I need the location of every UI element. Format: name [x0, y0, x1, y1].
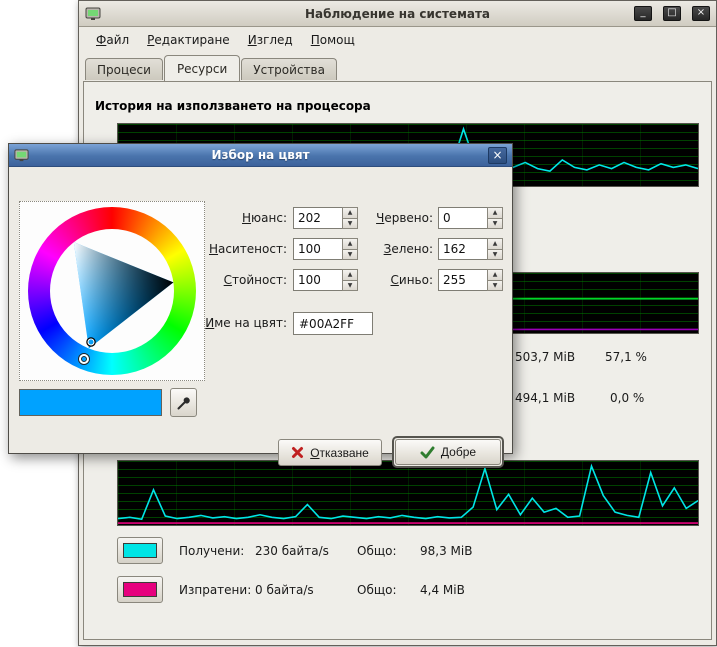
- saturation-spinner[interactable]: ▲▼: [293, 238, 358, 260]
- received-rate: 230 байта/s: [255, 544, 357, 558]
- green-down-icon[interactable]: ▼: [487, 250, 503, 261]
- received-total-label: Общо:: [357, 544, 420, 558]
- dialog-body: Нюанс: ▲▼ Наситеност: ▲▼ Стойност: ▲▼ Че…: [9, 167, 512, 453]
- green-label: Зелено:: [353, 242, 433, 256]
- hue-input[interactable]: [293, 207, 342, 229]
- menubar: Файл Редактиране Изглед Помощ: [79, 27, 716, 53]
- memory-amount: 503,7 MiB: [515, 350, 575, 364]
- close-icon[interactable]: ×: [692, 6, 710, 21]
- hue-ring-selector[interactable]: [79, 354, 89, 364]
- red-label: Червено:: [353, 211, 433, 225]
- received-color-swatch: [123, 543, 157, 558]
- red-spinner[interactable]: ▲▼: [438, 207, 503, 229]
- blue-down-icon[interactable]: ▼: [487, 281, 503, 292]
- saturation-label: Наситеност:: [159, 242, 287, 256]
- sent-label: Изпратени:: [179, 583, 255, 597]
- menu-edit[interactable]: Редактиране: [138, 29, 239, 51]
- dialog-close-icon[interactable]: ×: [488, 147, 507, 164]
- tab-resources[interactable]: Ресурси: [164, 55, 240, 81]
- value-spinner[interactable]: ▲▼: [293, 269, 358, 291]
- sent-rate: 0 байта/s: [255, 583, 357, 597]
- swap-amount: 494,1 MiB: [515, 391, 575, 405]
- blue-spinner[interactable]: ▲▼: [438, 269, 503, 291]
- network-history-chart: [117, 460, 699, 526]
- blue-up-icon[interactable]: ▲: [487, 269, 503, 281]
- color-preview: [19, 389, 162, 416]
- cpu-section-title: История на използването на процесора: [95, 99, 371, 113]
- main-titlebar[interactable]: Наблюдение на системата _ □ ×: [79, 1, 716, 27]
- received-legend-row: Получени: 230 байта/s Общо: 98,3 MiB: [179, 537, 639, 564]
- value-input[interactable]: [293, 269, 342, 291]
- maximize-icon[interactable]: □: [663, 6, 681, 21]
- window-controls: _ □ ×: [634, 6, 710, 21]
- received-label: Получени:: [179, 544, 255, 558]
- hue-label: Нюанс:: [159, 211, 287, 225]
- value-label: Стойност:: [159, 273, 287, 287]
- sent-color-swatch: [123, 582, 157, 597]
- tabstrip: Процеси Ресурси Устройства: [85, 55, 338, 80]
- sent-legend-row: Изпратени: 0 байта/s Общо: 4,4 MiB: [179, 576, 639, 603]
- color-picker-dialog: Избор на цвят ×: [8, 143, 513, 454]
- desktop: Наблюдение на системата _ □ × Файл Редак…: [0, 0, 717, 647]
- blue-input[interactable]: [438, 269, 487, 291]
- saturation-input[interactable]: [293, 238, 342, 260]
- cancel-x-icon: [291, 446, 304, 459]
- sent-total-label: Общо:: [357, 583, 420, 597]
- memory-percent: 57,1 %: [605, 350, 647, 364]
- ok-button-default-frame: Добре: [392, 436, 504, 468]
- network-received-line: [118, 466, 698, 519]
- eyedropper-icon: [176, 395, 192, 411]
- green-up-icon[interactable]: ▲: [487, 238, 503, 250]
- menu-view[interactable]: Изглед: [239, 29, 302, 51]
- tab-devices[interactable]: Устройства: [241, 58, 337, 80]
- color-wheel-frame: [19, 201, 205, 381]
- swap-percent: 0,0 %: [610, 391, 644, 405]
- sent-color-button[interactable]: [117, 576, 163, 603]
- hue-spinner[interactable]: ▲▼: [293, 207, 358, 229]
- ok-check-icon: [420, 446, 435, 459]
- red-up-icon[interactable]: ▲: [487, 207, 503, 219]
- received-color-button[interactable]: [117, 537, 163, 564]
- color-name-input[interactable]: [293, 312, 373, 335]
- red-input[interactable]: [438, 207, 487, 229]
- menu-help[interactable]: Помощ: [302, 29, 364, 51]
- minimize-icon[interactable]: _: [634, 6, 652, 21]
- sent-total: 4,4 MiB: [420, 583, 639, 597]
- red-down-icon[interactable]: ▼: [487, 219, 503, 230]
- cancel-button[interactable]: Отказване: [278, 439, 382, 466]
- blue-label: Синьо:: [353, 273, 433, 287]
- green-input[interactable]: [438, 238, 487, 260]
- tab-processes[interactable]: Процеси: [85, 58, 163, 80]
- hue-wheel[interactable]: [28, 207, 196, 375]
- eyedropper-button[interactable]: [170, 388, 197, 417]
- received-total: 98,3 MiB: [420, 544, 639, 558]
- dialog-titlebar[interactable]: Избор на цвят ×: [9, 144, 512, 167]
- sv-triangle[interactable]: [28, 207, 196, 375]
- window-title: Наблюдение на системата: [79, 7, 716, 21]
- ok-button[interactable]: Добре: [395, 439, 501, 465]
- color-name-label: Име на цвят:: [159, 316, 287, 330]
- dialog-title: Избор на цвят: [9, 148, 512, 162]
- menu-file[interactable]: Файл: [87, 29, 138, 51]
- green-spinner[interactable]: ▲▼: [438, 238, 503, 260]
